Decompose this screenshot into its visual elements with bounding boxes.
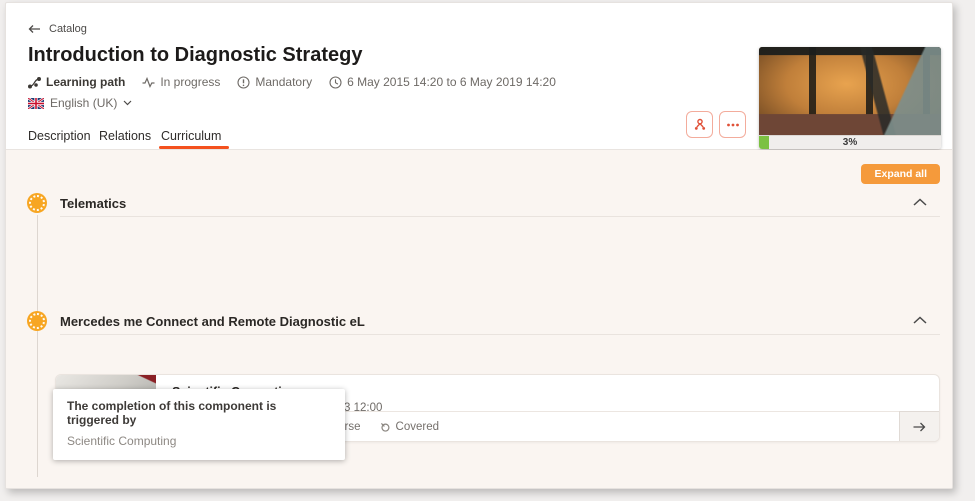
app-window: Catalog Introduction to Diagnostic Strat… — [5, 2, 953, 489]
language-label: English (UK) — [50, 96, 118, 110]
pulse-icon — [142, 76, 155, 88]
progress-percent: 3% — [842, 137, 858, 148]
ellipsis-icon — [726, 123, 740, 127]
active-tab-underline — [159, 146, 229, 149]
chevron-down-icon — [123, 100, 132, 106]
timeline-connector — [37, 215, 38, 477]
section-title-telematics[interactable]: Telematics — [60, 196, 126, 211]
progress-bar: 3% — [759, 135, 941, 149]
section-node-icon — [27, 311, 47, 331]
breadcrumb-label: Catalog — [49, 23, 87, 35]
course-cover: 3% — [759, 47, 941, 149]
covered-icon — [379, 421, 391, 433]
learning-path-icon — [28, 76, 41, 89]
more-options-button[interactable] — [719, 111, 746, 138]
completion-trigger-tooltip: The completion of this component is trig… — [53, 389, 345, 460]
language-selector[interactable]: English (UK) — [28, 96, 132, 110]
meta-mandatory: Mandatory — [237, 75, 312, 89]
collapse-section-button[interactable] — [913, 316, 927, 324]
section-divider — [60, 334, 940, 335]
user-network-icon — [693, 118, 707, 132]
meta-type: Learning path — [28, 75, 125, 89]
tooltip-trigger-course: Scientific Computing — [67, 434, 177, 448]
open-course-button[interactable] — [899, 411, 939, 441]
section-title-mercedes[interactable]: Mercedes me Connect and Remote Diagnosti… — [60, 314, 365, 329]
collapse-section-button[interactable] — [913, 198, 927, 206]
assign-users-button[interactable] — [686, 111, 713, 138]
section-divider — [60, 216, 940, 217]
mandatory-icon — [237, 75, 250, 89]
meta-dates: 6 May 2015 14:20 to 6 May 2019 14:20 — [329, 75, 556, 89]
tooltip-text: The completion of this component is trig… — [67, 399, 277, 427]
meta-status: In progress — [142, 75, 220, 89]
uk-flag-icon — [28, 97, 44, 109]
clock-icon — [329, 75, 342, 89]
completion-status: Covered — [379, 421, 439, 433]
tab-description[interactable]: Description — [28, 129, 91, 143]
expand-all-button[interactable]: Expand all — [861, 164, 940, 184]
section-node-icon — [27, 193, 47, 213]
tab-curriculum[interactable]: Curriculum — [161, 129, 221, 143]
course-cover-image — [759, 47, 941, 135]
page-title: Introduction to Diagnostic Strategy — [28, 44, 363, 66]
back-arrow-icon — [28, 24, 41, 34]
course-meta: Learning path In progress Mandatory 6 Ma… — [28, 75, 556, 89]
tab-relations[interactable]: Relations — [99, 129, 151, 143]
breadcrumb[interactable]: Catalog — [28, 23, 87, 35]
